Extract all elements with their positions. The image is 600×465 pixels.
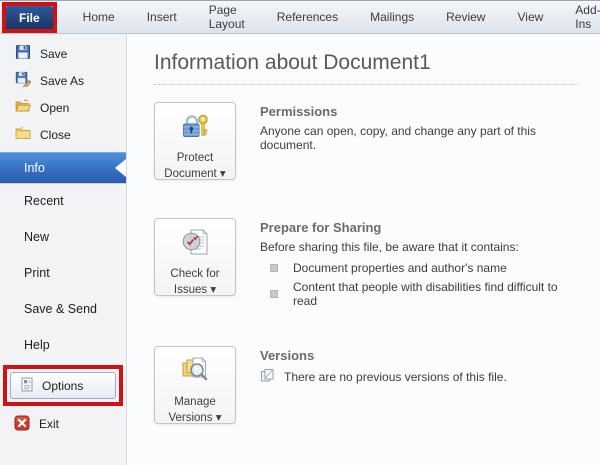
word-backstage-window: File Home Insert Page Layout References … bbox=[0, 0, 600, 465]
manage-versions-icon bbox=[180, 355, 210, 390]
tab-view[interactable]: View bbox=[501, 1, 559, 33]
protect-document-button[interactable]: Protect Document ▾ bbox=[154, 102, 236, 180]
sidebar-item-help[interactable]: Help bbox=[0, 327, 126, 363]
protect-document-icon bbox=[180, 111, 210, 146]
section-versions: Manage Versions ▾ Versions There are no … bbox=[154, 346, 578, 424]
sidebar-item-save[interactable]: Save bbox=[0, 40, 126, 67]
sidebar-item-save-as[interactable]: Save As bbox=[0, 67, 126, 94]
tab-review[interactable]: Review bbox=[430, 1, 501, 33]
tab-page-layout[interactable]: Page Layout bbox=[193, 1, 261, 33]
close-folder-icon bbox=[15, 125, 31, 144]
tab-home[interactable]: Home bbox=[67, 1, 131, 33]
sidebar-item-new[interactable]: New bbox=[0, 219, 126, 255]
options-icon bbox=[20, 377, 34, 395]
prepare-for-sharing-description: Before sharing this file, be aware that … bbox=[260, 240, 519, 254]
sidebar-item-save-and-send[interactable]: Save & Send bbox=[0, 291, 126, 327]
tab-file[interactable]: File bbox=[6, 6, 53, 29]
versions-status-row: There are no previous versions of this f… bbox=[260, 368, 507, 386]
tab-file-label: File bbox=[19, 10, 40, 25]
sidebar-item-info[interactable]: Info bbox=[0, 152, 126, 183]
check-for-issues-icon bbox=[180, 227, 210, 262]
sidebar-item-label: Save As bbox=[40, 73, 85, 88]
tab-add-ins[interactable]: Add-Ins bbox=[559, 1, 600, 33]
sidebar-item-exit[interactable]: Exit bbox=[0, 411, 126, 437]
tab-insert[interactable]: Insert bbox=[131, 1, 193, 33]
protect-document-label: Protect Document ▾ bbox=[164, 152, 226, 180]
bullet-square-icon bbox=[270, 264, 278, 272]
check-for-issues-label: Check for Issues ▾ bbox=[170, 268, 220, 296]
permissions-heading: Permissions bbox=[260, 104, 338, 119]
versions-description: There are no previous versions of this f… bbox=[284, 370, 507, 384]
sidebar-item-label: Info bbox=[24, 160, 45, 175]
exit-icon bbox=[14, 415, 30, 434]
title-divider bbox=[154, 84, 578, 85]
red-highlight-options: Options bbox=[3, 365, 123, 406]
sidebar-item-recent[interactable]: Recent bbox=[0, 183, 126, 219]
tab-references[interactable]: References bbox=[261, 1, 354, 33]
sidebar-item-label: Open bbox=[40, 100, 70, 115]
save-icon bbox=[15, 44, 31, 63]
sidebar-item-close[interactable]: Close bbox=[0, 121, 126, 148]
page-title: Information about Document1 bbox=[154, 51, 431, 74]
check-for-issues-button[interactable]: Check for Issues ▾ bbox=[154, 218, 236, 296]
save-as-icon bbox=[15, 71, 32, 90]
sidebar-item-print[interactable]: Print bbox=[0, 255, 126, 291]
sidebar-item-options[interactable]: Options bbox=[10, 372, 116, 399]
sidebar-item-label: Exit bbox=[39, 417, 60, 431]
manage-versions-button[interactable]: Manage Versions ▾ bbox=[154, 346, 236, 424]
sidebar-item-label: Save bbox=[40, 46, 68, 61]
tab-mailings[interactable]: Mailings bbox=[354, 1, 430, 33]
sidebar-item-open[interactable]: Open bbox=[0, 94, 126, 121]
red-highlight-file: File bbox=[2, 2, 57, 33]
section-prepare-for-sharing: Check for Issues ▾ Prepare for Sharing B… bbox=[154, 218, 578, 308]
versions-heading: Versions bbox=[260, 348, 315, 363]
list-item: Content that people with disabilities fi… bbox=[260, 280, 578, 308]
open-folder-icon bbox=[15, 98, 31, 117]
list-item: Document properties and author's name bbox=[260, 261, 578, 275]
permissions-description: Anyone can open, copy, and change any pa… bbox=[260, 124, 536, 152]
sharing-issues-list: Document properties and author's name Co… bbox=[260, 261, 578, 308]
sidebar-item-label: Options bbox=[42, 378, 84, 393]
section-permissions: Protect Document ▾ Permissions Anyone ca… bbox=[154, 102, 578, 180]
backstage-sidebar: Save Save As Open Close Info Recent New … bbox=[0, 34, 127, 465]
no-versions-icon bbox=[260, 368, 275, 386]
bullet-square-icon bbox=[270, 290, 278, 298]
sidebar-item-label: Close bbox=[40, 127, 71, 142]
prepare-for-sharing-heading: Prepare for Sharing bbox=[260, 220, 382, 235]
ribbon-tab-bar: File Home Insert Page Layout References … bbox=[0, 1, 600, 34]
manage-versions-label: Manage Versions ▾ bbox=[168, 396, 222, 424]
backstage-content: Information about Document1 Protect Docu… bbox=[127, 34, 600, 465]
